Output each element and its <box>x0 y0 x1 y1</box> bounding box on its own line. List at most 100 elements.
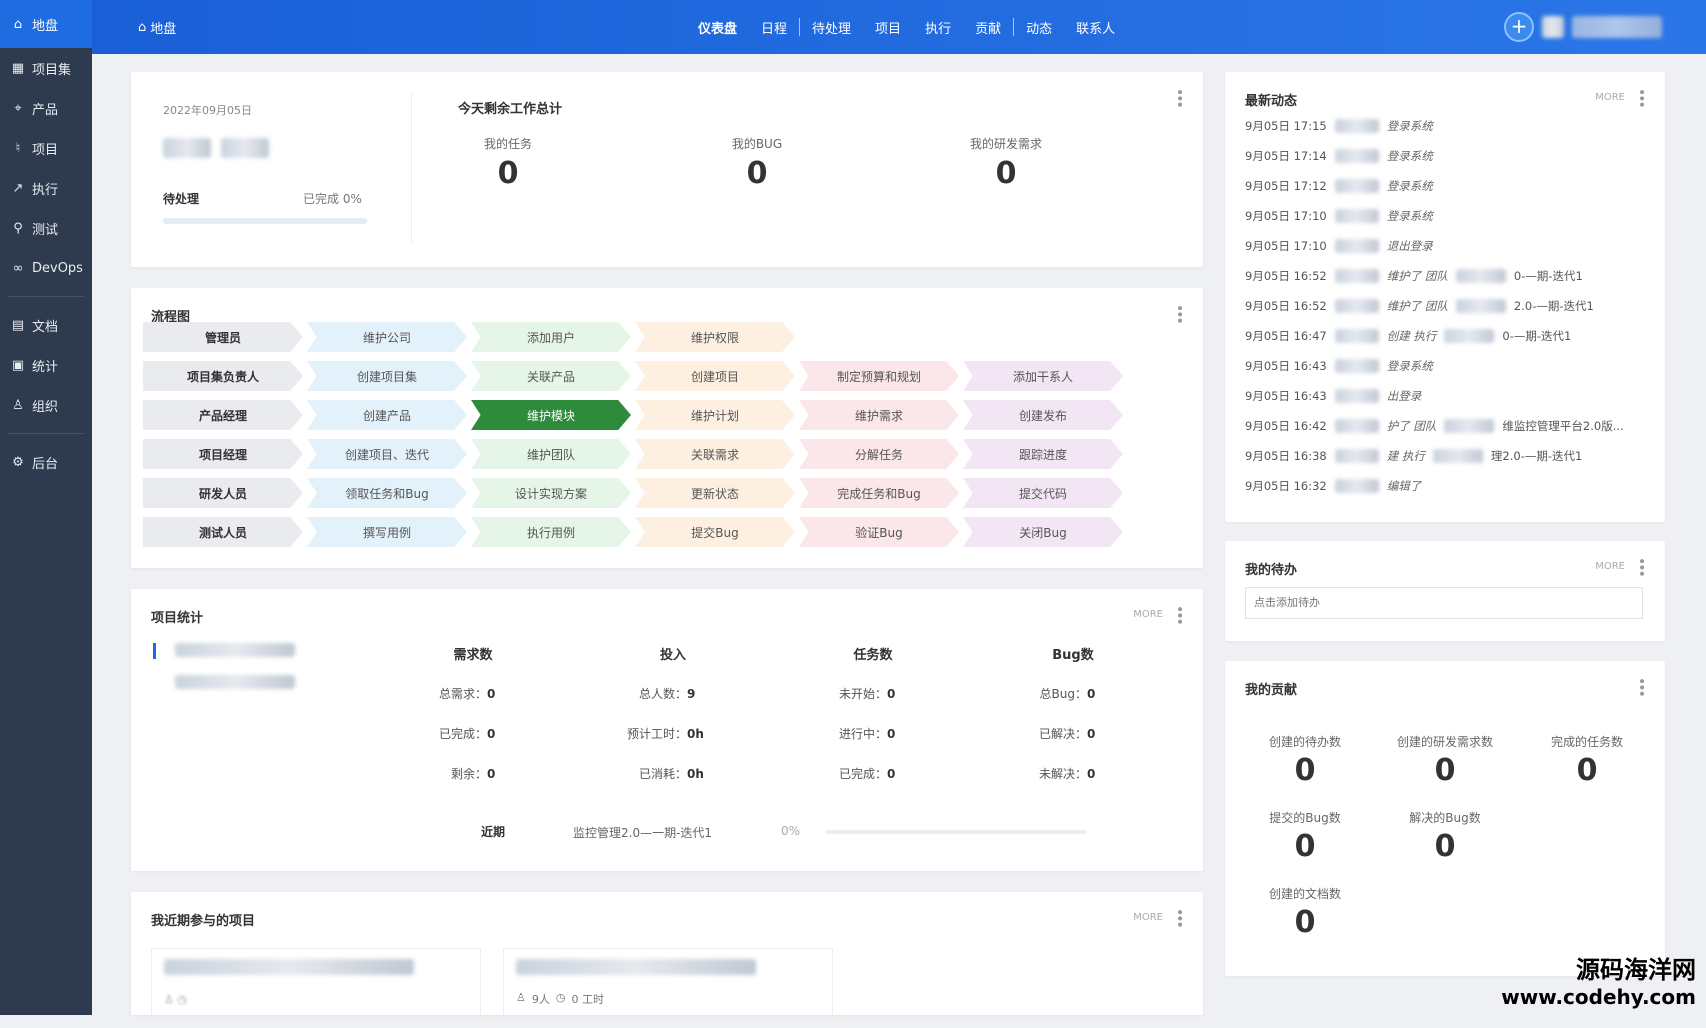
flow-step[interactable]: 创建项目、迭代 <box>307 439 467 469</box>
user-name[interactable] <box>1572 16 1662 38</box>
sidebar-item-0[interactable]: ⌂地盘 <box>0 0 92 48</box>
avatar[interactable] <box>1542 16 1564 38</box>
stat-item-value: 0 <box>1087 767 1123 781</box>
flow-step[interactable]: 维护团队 <box>471 439 631 469</box>
flow-menu-icon[interactable]: ••• <box>1171 304 1187 323</box>
activity-time: 9月05日 16:43 <box>1245 358 1327 374</box>
flow-step[interactable]: 创建项目 <box>635 361 795 391</box>
nav-tab-7[interactable]: 联系人 <box>1064 18 1127 37</box>
contrib-value[interactable]: 0 <box>1517 753 1657 788</box>
flow-step[interactable]: 维护权限 <box>635 322 795 352</box>
flow-step[interactable]: 跟踪进度 <box>963 439 1123 469</box>
sidebar-item-9[interactable]: ♙组织 <box>0 385 92 425</box>
flow-step[interactable]: 关联需求 <box>635 439 795 469</box>
activity-row[interactable]: 9月05日 17:10退出登录 <box>1245 238 1433 254</box>
flow-step[interactable]: 提交Bug <box>635 517 795 547</box>
stat-item-label: 已解决： <box>1039 727 1087 741</box>
nav-tab-5[interactable]: 贡献 <box>963 18 1013 37</box>
activity-row[interactable]: 9月05日 16:43出登录 <box>1245 388 1421 404</box>
nav-tab-4[interactable]: 执行 <box>913 18 963 37</box>
user-area: + <box>1504 12 1662 42</box>
activity-row[interactable]: 9月05日 17:10登录系统 <box>1245 208 1433 224</box>
flow-step[interactable]: 执行用例 <box>471 517 631 547</box>
recent-project-1[interactable]: ♙ ◷ <box>151 948 481 1028</box>
sidebar-item-2[interactable]: ⌖产品 <box>0 88 92 128</box>
recent-projects-more[interactable]: MORE <box>1133 912 1163 923</box>
contrib-label: 提交的Bug数 <box>1235 809 1375 826</box>
flow-step[interactable]: 领取任务和Bug <box>307 478 467 508</box>
sidebar-item-7[interactable]: ▤文档 <box>0 305 92 345</box>
flow-step[interactable]: 分解任务 <box>799 439 959 469</box>
flow-step[interactable]: 撰写用例 <box>307 517 467 547</box>
flow-step[interactable]: 更新状态 <box>635 478 795 508</box>
nav-tab-0[interactable]: 仪表盘 <box>686 18 749 37</box>
activity-row[interactable]: 9月05日 16:52维护了 团队0-—期-迭代1 <box>1245 268 1583 284</box>
nav-tab-1[interactable]: 日程 <box>749 18 799 37</box>
flow-step[interactable]: 完成任务和Bug <box>799 478 959 508</box>
activity-row[interactable]: 9月05日 16:42护了 团队维监控管理平台2.0版... <box>1245 418 1624 434</box>
flow-step[interactable]: 创建项目集 <box>307 361 467 391</box>
flow-step[interactable]: 关闭Bug <box>963 517 1123 547</box>
project-name[interactable] <box>175 643 295 657</box>
contrib-value[interactable]: 0 <box>1235 905 1375 940</box>
sidebar-item-3[interactable]: ♮项目 <box>0 128 92 168</box>
flow-step[interactable]: 维护需求 <box>799 400 959 430</box>
activity-row[interactable]: 9月05日 16:43登录系统 <box>1245 358 1433 374</box>
sidebar-item-5[interactable]: ⚲测试 <box>0 208 92 248</box>
activity-row[interactable]: 9月05日 17:12登录系统 <box>1245 178 1433 194</box>
flow-step[interactable]: 关联产品 <box>471 361 631 391</box>
project-stats-menu-icon[interactable]: ••• <box>1171 605 1187 624</box>
todo-menu-icon[interactable]: ••• <box>1633 557 1649 576</box>
activity-menu-icon[interactable]: ••• <box>1633 88 1649 107</box>
flow-step[interactable]: 创建发布 <box>963 400 1123 430</box>
sidebar-item-6[interactable]: ∞DevOps <box>0 248 92 288</box>
sidebar-item-10[interactable]: ⚙后台 <box>0 442 92 482</box>
stat-item-value: 0 <box>887 767 923 781</box>
flow-step[interactable]: 提交代码 <box>963 478 1123 508</box>
work-stat-value[interactable]: 0 <box>448 156 568 191</box>
flow-step[interactable]: 制定预算和规划 <box>799 361 959 391</box>
todo-more[interactable]: MORE <box>1595 561 1625 572</box>
create-button[interactable]: + <box>1504 12 1534 42</box>
flow-step[interactable]: 添加用户 <box>471 322 631 352</box>
summary-menu-icon[interactable]: ••• <box>1171 88 1187 107</box>
activity-row[interactable]: 9月05日 17:15登录系统 <box>1245 118 1433 134</box>
activity-row[interactable]: 9月05日 16:47创建 执行0-—期-迭代1 <box>1245 328 1571 344</box>
activity-row[interactable]: 9月05日 16:52维护了 团队2.0-—期-迭代1 <box>1245 298 1594 314</box>
contrib-menu-icon[interactable]: ••• <box>1633 677 1649 696</box>
flow-step[interactable]: 验证Bug <box>799 517 959 547</box>
activity-row[interactable]: 9月05日 16:32编辑了 <box>1245 478 1421 494</box>
work-stat-value[interactable]: 0 <box>946 156 1066 191</box>
activity-action: 登录系统 <box>1387 148 1433 164</box>
flow-step[interactable]: 设计实现方案 <box>471 478 631 508</box>
nav-tab-2[interactable]: 待处理 <box>800 18 863 37</box>
contrib-value[interactable]: 0 <box>1375 829 1515 864</box>
flow-step[interactable]: 创建产品 <box>307 400 467 430</box>
todo-input[interactable] <box>1245 587 1643 619</box>
sidebar-item-8[interactable]: ▣统计 <box>0 345 92 385</box>
recent-projects-menu-icon[interactable]: ••• <box>1171 908 1187 927</box>
nav-tab-3[interactable]: 项目 <box>863 18 913 37</box>
activity-row[interactable]: 9月05日 17:14登录系统 <box>1245 148 1433 164</box>
project-stats-more[interactable]: MORE <box>1133 609 1163 620</box>
contrib-value[interactable]: 0 <box>1375 753 1515 788</box>
recent-iteration[interactable]: 监控管理2.0—一期-迭代1 <box>573 824 712 841</box>
sidebar-item-4[interactable]: ↗执行 <box>0 168 92 208</box>
activity-row[interactable]: 9月05日 16:38建 执行理2.0-—期-迭代1 <box>1245 448 1582 464</box>
flow-step[interactable]: 添加干系人 <box>963 361 1123 391</box>
nav-tab-6[interactable]: 动态 <box>1014 18 1064 37</box>
work-stat-value[interactable]: 0 <box>697 156 817 191</box>
contrib-value[interactable]: 0 <box>1235 753 1375 788</box>
pending-label[interactable]: 待处理 <box>163 190 199 207</box>
recent-project-2[interactable]: ♙ 9人 ◷ 0 工时 <box>503 948 833 1028</box>
activity-more[interactable]: MORE <box>1595 92 1625 103</box>
flow-step[interactable]: 维护模块 <box>471 400 631 430</box>
flow-step[interactable]: 维护计划 <box>635 400 795 430</box>
contrib-value[interactable]: 0 <box>1235 829 1375 864</box>
contrib-title: 我的贡献 <box>1245 679 1297 698</box>
stat-column-head: 任务数 <box>813 644 933 663</box>
sidebar-item-1[interactable]: ▦项目集 <box>0 48 92 88</box>
activity-action: 登录系统 <box>1387 118 1433 134</box>
flow-step[interactable]: 维护公司 <box>307 322 467 352</box>
breadcrumb[interactable]: ⌂ 地盘 <box>138 18 176 37</box>
